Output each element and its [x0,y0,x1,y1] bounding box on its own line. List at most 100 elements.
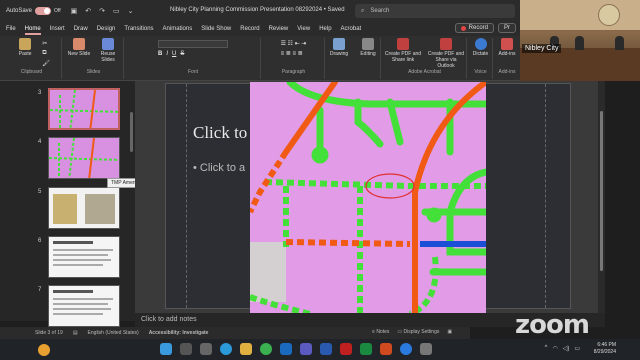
align-icon[interactable]: ≡ ≣ ≡ ≣ [281,50,307,57]
slides-group: New Slide Reuse Slides Slides [64,38,124,79]
accessibility-status[interactable]: Accessibility: Investigate [149,330,209,336]
strikethrough-icon[interactable]: S [180,51,184,57]
italic-icon[interactable]: I [166,51,168,57]
cut-icon[interactable]: ✂ [42,40,50,47]
save-icon[interactable]: ▣ [71,7,78,15]
dictate-label: Dictate [472,51,489,57]
new-slide-label: New Slide [67,51,91,57]
editing-label: Editing [360,51,376,57]
edge-icon[interactable] [220,343,232,355]
normal-view-icon[interactable]: ▣ [447,329,452,335]
outlook-icon[interactable] [280,343,292,355]
format-painter-icon[interactable]: 🖌 [42,60,50,67]
volume-icon[interactable]: ◁) [563,345,570,352]
autosave-toggle[interactable]: AutoSave Off [6,7,61,15]
thumbnail-scrollbar[interactable] [130,112,133,152]
paste-icon [19,38,32,50]
display-settings-button[interactable]: ▭ Display Settings [397,329,439,335]
search-placeholder: Search [370,8,390,14]
slide-number: 6 [38,238,42,244]
slide-number: 3 [38,90,42,96]
tab-view[interactable]: View [297,26,310,32]
slide-count: Slide 3 of 19 [35,330,63,336]
transportation-master-plan-map[interactable] [250,82,486,314]
acrobat-icon[interactable] [340,343,352,355]
underline-icon[interactable]: U [172,51,176,57]
customize-qat-icon[interactable]: ⌄ [128,7,134,15]
addins-button[interactable]: Add-ins [495,38,519,57]
create-pdf-share-link-button[interactable]: Create PDF and Share link [384,38,422,63]
wifi-icon[interactable]: ◠ [552,345,557,352]
slide-thumbnail[interactable] [48,236,120,278]
file-explorer-icon[interactable] [240,343,252,355]
slide-thumbnail[interactable] [48,137,120,179]
voice-group: Dictate Voice [469,38,493,79]
zoom-logo: zoom [515,310,590,340]
tab-file[interactable]: File [6,26,16,32]
present-button[interactable]: Pr [498,23,516,33]
slide-title-placeholder[interactable]: Click to [193,123,247,143]
search-icon: ⌕ [361,7,365,14]
tab-draw[interactable]: Draw [74,26,88,32]
slide-thumbnail[interactable] [48,88,120,130]
search-box[interactable]: ⌕ Search [355,4,515,18]
slide-thumbnail[interactable] [48,187,120,229]
redo-icon[interactable]: ↷ [99,7,105,15]
clock[interactable]: 6:46 PM 8/29/2024 [594,342,616,356]
tray-chevron-icon[interactable]: ^ [545,345,548,352]
autosave-label: AutoSave [6,8,33,14]
chrome-icon[interactable] [260,343,272,355]
bold-icon[interactable]: B [158,51,162,57]
record-button[interactable]: Record [454,23,494,33]
search-taskbar-icon[interactable] [180,343,192,355]
tab-review[interactable]: Review [269,26,289,32]
tab-home[interactable]: Home [24,26,41,35]
battery-icon[interactable]: ▭ [574,345,580,352]
excel-icon[interactable] [360,343,372,355]
word-icon[interactable] [320,343,332,355]
create-pdf-outlook-button[interactable]: Create PDF and Share via Outlook [427,38,465,69]
canvas-vertical-scrollbar[interactable] [598,81,605,313]
tab-help[interactable]: Help [319,26,331,32]
reuse-slides-icon [102,38,114,50]
bullets-icon[interactable]: ☰ ☷ ⇤ ⇥ [281,40,307,47]
tab-design[interactable]: Design [97,26,116,32]
participant-video[interactable]: Nibley City [520,0,640,81]
start-icon[interactable] [160,343,172,355]
reuse-slides-label: Reuse Slides [100,51,116,63]
autosave-switch[interactable] [35,7,52,15]
paste-button[interactable]: Paste [13,38,37,57]
tab-insert[interactable]: Insert [50,26,65,32]
notes-button[interactable]: ≡ Notes [372,329,389,335]
title-bar: AutoSave Off ▣ ↶ ↷ ▭ ⌄ Nibley City Plann… [0,0,520,22]
editing-button[interactable]: Editing [356,38,380,57]
tab-animations[interactable]: Animations [163,26,193,32]
settings-icon[interactable] [420,343,432,355]
tab-record[interactable]: Record [240,26,259,32]
present-label: Pr [504,25,510,31]
language-status[interactable]: English (United States) [88,330,139,336]
slide-number: 7 [38,287,42,293]
zoom-app-icon[interactable] [400,343,412,355]
tab-acrobat[interactable]: Acrobat [341,26,362,32]
tab-slide-show[interactable]: Slide Show [201,26,231,32]
clipboard-group: Paste ✂ ⧉ 🖌 Clipboard [2,38,62,79]
font-name-box[interactable] [158,40,228,48]
copy-icon[interactable]: ⧉ [42,50,50,57]
slide-thumbnail[interactable] [48,285,120,327]
teams-icon[interactable] [300,343,312,355]
display-settings-label: Display Settings [403,329,440,335]
powerpoint-icon[interactable] [380,343,392,355]
spelling-icon[interactable]: ▤ [73,330,78,336]
drawing-button[interactable]: Drawing [327,38,351,57]
reuse-slides-button[interactable]: Reuse Slides [96,38,120,63]
new-slide-button[interactable]: New Slide [67,38,91,57]
dictate-button[interactable]: Dictate [469,38,493,57]
undo-icon[interactable]: ↶ [85,7,91,15]
task-view-icon[interactable] [200,343,212,355]
new-slide-icon [73,38,85,50]
slide-content-placeholder[interactable]: • Click to a [193,162,245,174]
tab-transitions[interactable]: Transitions [124,26,153,32]
start-presentation-icon[interactable]: ▭ [113,7,120,15]
weather-icon[interactable] [38,344,50,356]
